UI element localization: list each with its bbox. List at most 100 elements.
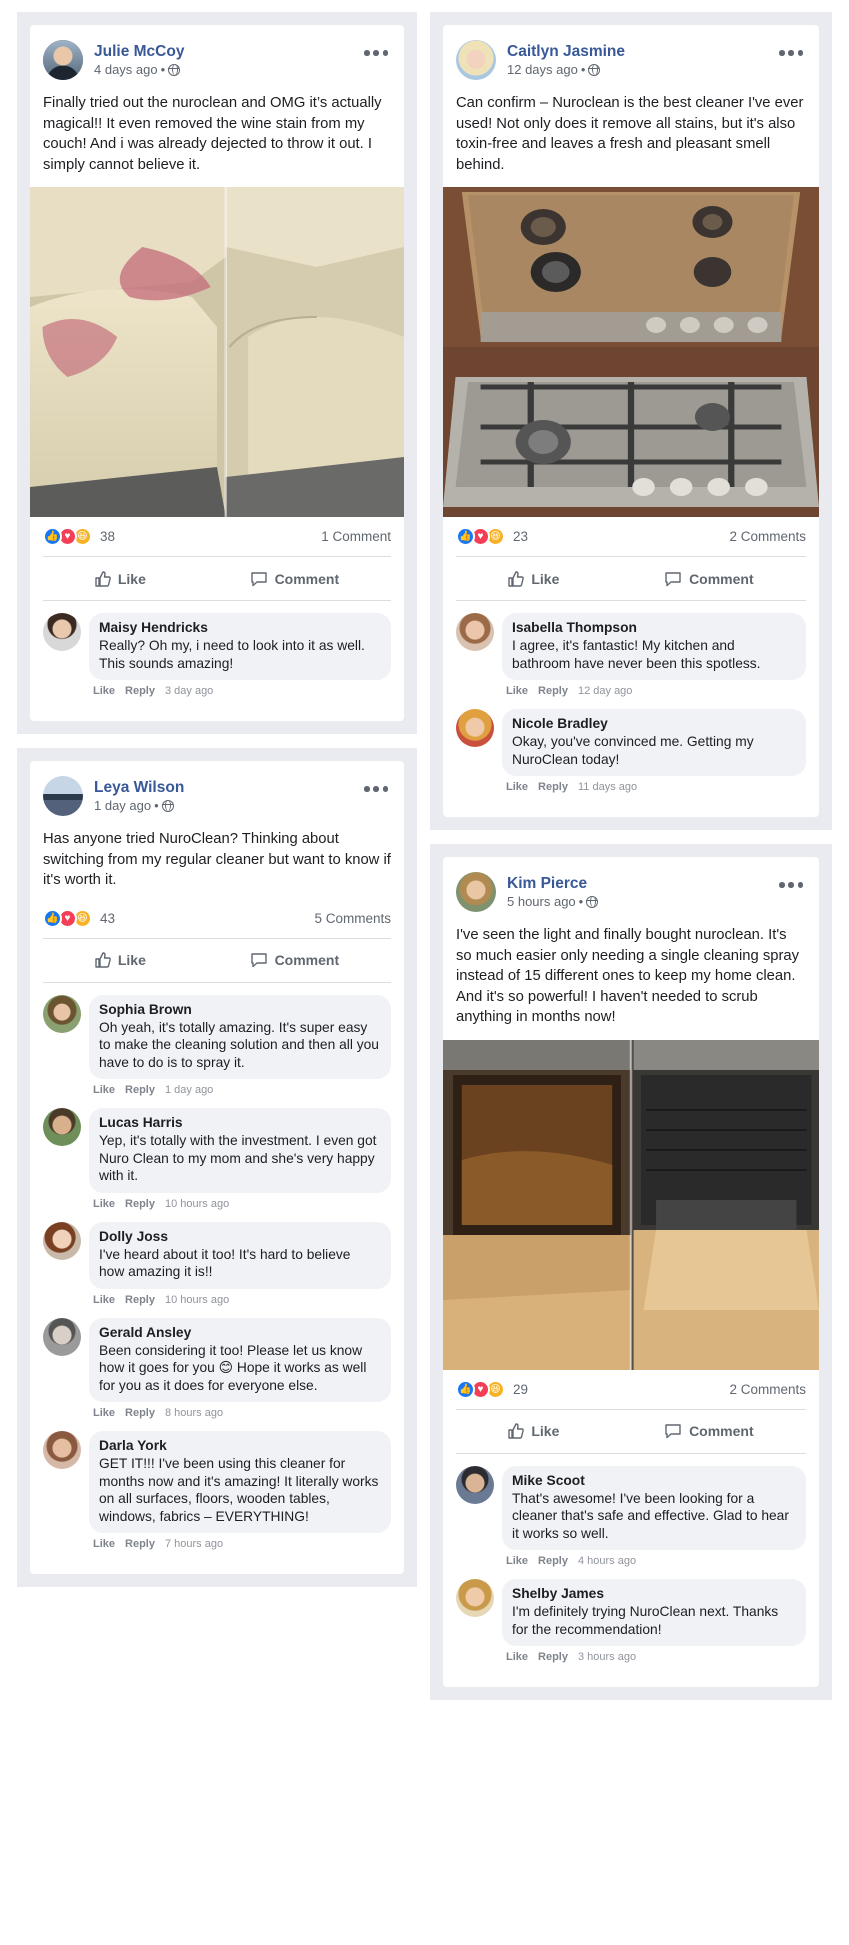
commenter-name[interactable]: Dolly Joss — [99, 1228, 379, 1245]
comment-meta: Like Reply 8 hours ago — [89, 1402, 391, 1423]
comment-like-link[interactable]: Like — [506, 1555, 528, 1567]
comment-button[interactable]: Comment — [250, 571, 339, 587]
comment-count[interactable]: 5 Comments — [314, 911, 391, 926]
more-options-icon[interactable] — [364, 50, 388, 56]
post-time-text: 1 day ago — [94, 798, 152, 813]
comment-meta: Like Reply 10 hours ago — [89, 1193, 391, 1214]
post-time: 4 days ago • — [94, 61, 184, 78]
comment-reply-link[interactable]: Reply — [538, 1651, 568, 1663]
commenter-name[interactable]: Darla York — [99, 1437, 379, 1454]
avatar[interactable] — [43, 776, 83, 816]
author-name[interactable]: Leya Wilson — [94, 778, 184, 797]
commenter-name[interactable]: Maisy Hendricks — [99, 619, 379, 636]
like-label: Like — [117, 952, 146, 968]
comment-like-link[interactable]: Like — [93, 1538, 115, 1550]
avatar[interactable] — [456, 1579, 494, 1617]
comment-icon — [664, 1423, 682, 1439]
post-image-couch[interactable] — [30, 187, 404, 517]
comment-count[interactable]: 2 Comments — [729, 529, 806, 544]
avatar[interactable] — [456, 1465, 494, 1504]
author-name[interactable]: Kim Pierce — [507, 874, 598, 893]
comment-reply-link[interactable]: Reply — [125, 685, 155, 697]
like-reaction-icon: 👍 — [43, 527, 62, 546]
avatar[interactable] — [456, 613, 494, 651]
commenter-name[interactable]: Sophia Brown — [99, 1001, 379, 1018]
comment-count[interactable]: 1 Comment — [321, 529, 391, 544]
more-options-icon[interactable] — [779, 50, 803, 56]
avatar[interactable] — [43, 1431, 81, 1469]
comment-reply-link[interactable]: Reply — [538, 1555, 568, 1567]
comment-item: Dolly Joss I've heard about it too! It's… — [43, 1221, 391, 1310]
avatar[interactable] — [43, 40, 83, 80]
comment-text: Oh yeah, it's totally amazing. It's supe… — [99, 1019, 379, 1070]
comment-meta: Like Reply 10 hours ago — [89, 1289, 391, 1310]
commenter-name[interactable]: Shelby James — [512, 1585, 794, 1602]
comment-like-link[interactable]: Like — [506, 685, 528, 697]
comment-like-link[interactable]: Like — [506, 781, 528, 793]
comment-reply-link[interactable]: Reply — [125, 1294, 155, 1306]
commenter-name[interactable]: Gerald Ansley — [99, 1324, 379, 1341]
comment-like-link[interactable]: Like — [93, 1084, 115, 1096]
comment-reply-link[interactable]: Reply — [125, 1198, 155, 1210]
avatar[interactable] — [456, 872, 496, 912]
comment-reply-link[interactable]: Reply — [125, 1538, 155, 1550]
comment-button[interactable]: Comment — [664, 571, 754, 587]
comments-section: Isabella Thompson I agree, it's fantasti… — [443, 601, 819, 797]
avatar[interactable] — [43, 1317, 81, 1356]
separator: • — [160, 62, 166, 77]
post-image-oven[interactable] — [443, 1039, 819, 1370]
commenter-name[interactable]: Isabella Thompson — [512, 619, 794, 636]
comment-like-link[interactable]: Like — [93, 1407, 115, 1419]
comment-text: Really? Oh my, i need to look into it as… — [99, 638, 365, 671]
more-options-icon[interactable] — [364, 786, 388, 792]
avatar[interactable] — [43, 1108, 81, 1146]
comment-like-link[interactable]: Like — [93, 1294, 115, 1306]
comment-reply-link[interactable]: Reply — [538, 685, 568, 697]
avatar[interactable] — [43, 613, 81, 651]
post-frame: Caitlyn Jasmine 12 days ago • Can confir… — [430, 12, 832, 830]
globe-icon — [168, 63, 181, 76]
avatar[interactable] — [456, 40, 496, 80]
like-reaction-icon: 👍 — [43, 908, 62, 928]
avatar[interactable] — [43, 994, 81, 1033]
author-name[interactable]: Julie McCoy — [94, 42, 184, 61]
comment-reply-link[interactable]: Reply — [125, 1407, 155, 1419]
like-label: Like — [531, 570, 560, 587]
comment-bubble: Shelby James I'm definitely trying NuroC… — [502, 1579, 806, 1646]
avatar[interactable] — [456, 709, 494, 747]
commenter-name[interactable]: Mike Scoot — [512, 1472, 794, 1489]
comment-like-link[interactable]: Like — [506, 1651, 528, 1663]
like-button[interactable]: Like — [95, 952, 146, 968]
thumbs-up-icon — [95, 952, 111, 968]
comment-item: Isabella Thompson I agree, it's fantasti… — [456, 613, 806, 701]
post-image-stove[interactable] — [443, 187, 819, 517]
reaction-count[interactable]: 23 — [513, 529, 528, 544]
comment-button[interactable]: Comment — [664, 1423, 754, 1439]
comment-button[interactable]: Comment — [250, 952, 339, 968]
reaction-icons[interactable]: 👍 ♥ 😆 — [456, 527, 505, 546]
comment-bubble: Dolly Joss I've heard about it too! It's… — [89, 1221, 391, 1289]
like-button[interactable]: Like — [95, 571, 146, 587]
reaction-icons[interactable]: 👍 ♥ 😆 — [43, 908, 92, 928]
reaction-icons[interactable]: 👍 ♥ 😆 — [43, 527, 92, 546]
comment-reply-link[interactable]: Reply — [125, 1084, 155, 1096]
comment-item: Mike Scoot That's awesome! I've been loo… — [456, 1465, 806, 1572]
comment-like-link[interactable]: Like — [93, 1198, 115, 1210]
comment-reply-link[interactable]: Reply — [538, 781, 568, 793]
reaction-count[interactable]: 43 — [100, 911, 115, 926]
comment-meta: Like Reply 7 hours ago — [89, 1533, 391, 1554]
comment-bubble: Lucas Harris Yep, it's totally with the … — [89, 1108, 391, 1193]
comment-count[interactable]: 2 Comments — [729, 1382, 806, 1397]
author-name[interactable]: Caitlyn Jasmine — [507, 42, 625, 61]
reaction-count[interactable]: 29 — [513, 1382, 528, 1397]
reaction-count[interactable]: 38 — [100, 529, 115, 544]
commenter-name[interactable]: Nicole Bradley — [512, 715, 794, 732]
like-button[interactable]: Like — [508, 571, 559, 587]
comment-time: 1 day ago — [164, 1084, 214, 1096]
more-options-icon[interactable] — [779, 882, 803, 888]
reaction-icons[interactable]: 👍 ♥ 😆 — [456, 1379, 505, 1399]
like-button[interactable]: Like — [508, 1423, 559, 1439]
comment-like-link[interactable]: Like — [93, 685, 115, 697]
commenter-name[interactable]: Lucas Harris — [99, 1114, 379, 1131]
avatar[interactable] — [43, 1221, 81, 1260]
